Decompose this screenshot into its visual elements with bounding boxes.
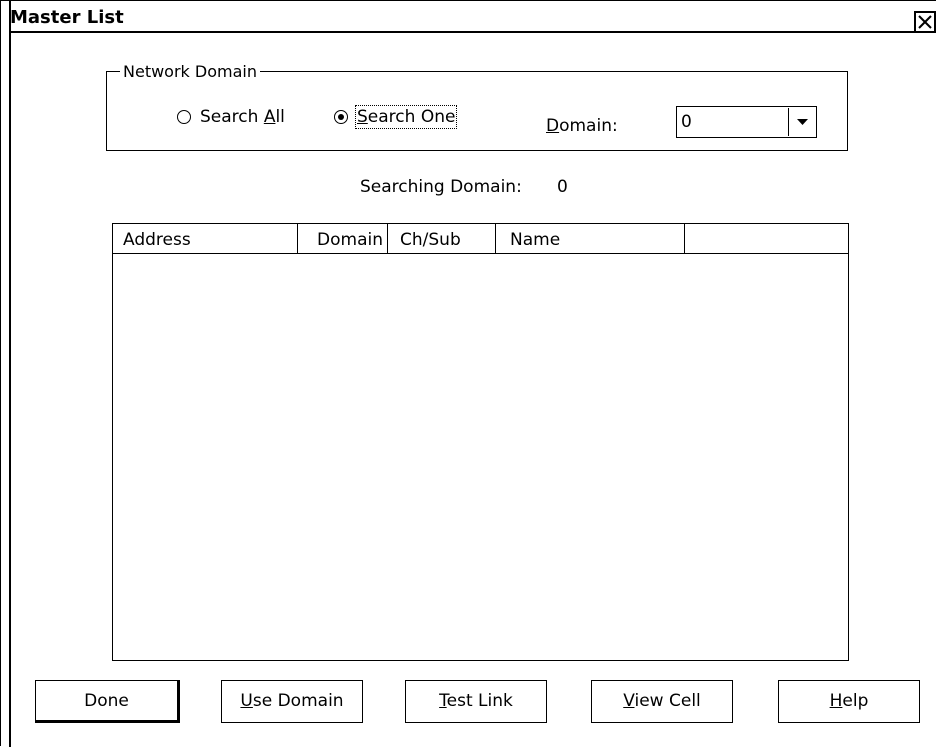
searching-domain-label: Searching Domain:: [360, 177, 522, 197]
master-list-table[interactable]: Address Domain Ch/Sub Name: [112, 223, 849, 661]
network-domain-legend: Network Domain: [120, 62, 260, 81]
search-one-radio[interactable]: Search One: [334, 105, 458, 129]
search-all-radio[interactable]: Search All: [177, 107, 285, 127]
column-header-address[interactable]: Address: [113, 224, 298, 253]
column-header-name[interactable]: Name: [496, 224, 685, 253]
domain-dropdown[interactable]: 0: [676, 106, 817, 138]
title-bar[interactable]: Master List: [1, 1, 936, 33]
done-button[interactable]: Done: [35, 680, 180, 723]
domain-dropdown-button[interactable]: [788, 108, 815, 136]
column-header-domain[interactable]: Domain: [298, 224, 388, 253]
chevron-down-icon: [797, 119, 808, 125]
window-title: Master List: [10, 7, 124, 28]
master-list-dialog: Master List Network Domain Search All Se…: [0, 0, 936, 747]
column-header-ch-sub[interactable]: Ch/Sub: [388, 224, 496, 253]
test-link-button[interactable]: Test Link: [405, 680, 547, 723]
title-separator: [10, 31, 936, 33]
view-cell-button[interactable]: View Cell: [591, 680, 733, 723]
window-left-border: [9, 1, 11, 747]
radio-checked-icon: [334, 110, 348, 124]
radio-unchecked-icon: [177, 110, 191, 124]
table-header: Address Domain Ch/Sub Name: [113, 224, 848, 254]
domain-dropdown-value: 0: [681, 112, 692, 132]
column-header-blank[interactable]: [685, 224, 848, 253]
close-button[interactable]: [914, 11, 936, 33]
help-button[interactable]: Help: [778, 680, 920, 723]
searching-domain-value: 0: [557, 177, 568, 197]
domain-label: Domain:: [546, 116, 618, 136]
search-one-label: Search One: [354, 105, 458, 129]
use-domain-button[interactable]: Use Domain: [221, 680, 363, 723]
close-icon: [918, 15, 932, 29]
search-all-label: Search All: [200, 107, 285, 127]
